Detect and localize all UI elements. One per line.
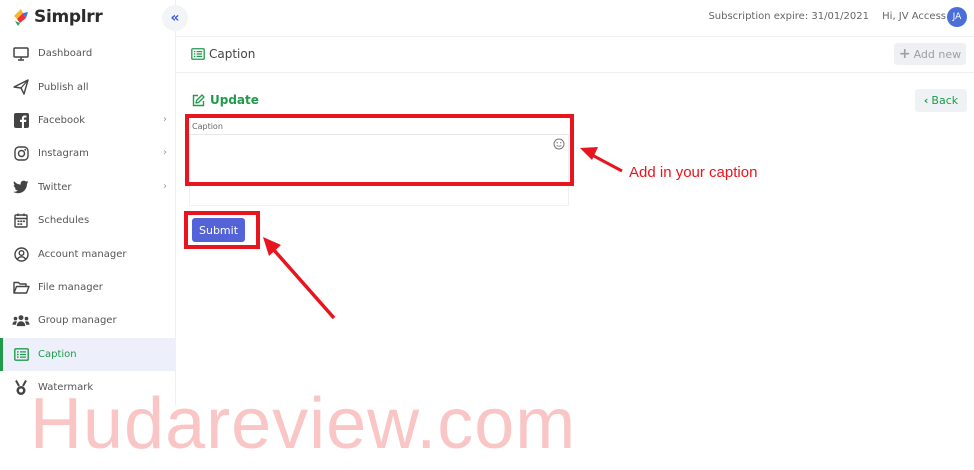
arrow-to-caption <box>580 147 623 173</box>
watermark-text: Hudareview.com <box>30 384 577 464</box>
app-root: Simplrr « Dashboard Publish all Facebook… <box>0 0 974 470</box>
annotation-caption-hint: Add in your caption <box>629 164 758 181</box>
arrow-to-submit <box>263 237 336 320</box>
